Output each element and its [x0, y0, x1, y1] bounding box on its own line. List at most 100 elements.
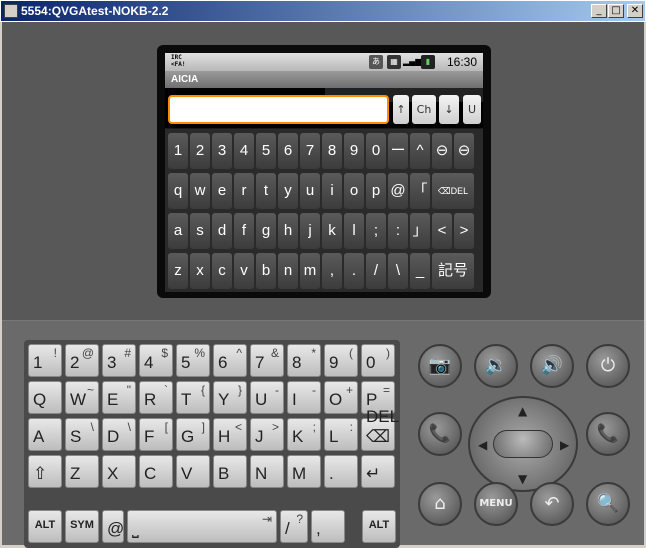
- soft-key[interactable]: ,: [322, 253, 342, 289]
- minimize-button[interactable]: _: [591, 4, 607, 18]
- hw-key-alt-left[interactable]: ALT: [28, 510, 62, 543]
- hw-key[interactable]: U-: [250, 381, 284, 414]
- soft-key[interactable]: 5: [256, 133, 276, 169]
- hw-key[interactable]: Q: [28, 381, 62, 414]
- dpad[interactable]: ▲ ▼ ◀ ▶: [468, 396, 578, 492]
- soft-key[interactable]: e: [212, 173, 232, 209]
- search-button[interactable]: 🔍: [586, 482, 630, 526]
- soft-key[interactable]: /: [366, 253, 386, 289]
- soft-key[interactable]: .: [344, 253, 364, 289]
- soft-key[interactable]: ⊖: [454, 133, 474, 169]
- hw-key[interactable]: I-: [287, 381, 321, 414]
- dpad-up-icon[interactable]: ▲: [518, 404, 527, 418]
- hw-key[interactable]: S \: [65, 418, 99, 451]
- end-call-button[interactable]: 📞: [586, 412, 630, 456]
- hw-key-sym[interactable]: SYM: [65, 510, 99, 543]
- soft-key[interactable]: p: [366, 173, 386, 209]
- hw-key[interactable]: T{: [176, 381, 210, 414]
- soft-key[interactable]: d: [212, 213, 232, 249]
- maximize-button[interactable]: □: [608, 4, 624, 18]
- soft-key[interactable]: ;: [366, 213, 386, 249]
- hw-key[interactable]: DEL ⌫: [361, 407, 398, 451]
- hw-key[interactable]: O +: [324, 381, 358, 414]
- menu-button[interactable]: MENU: [474, 482, 518, 526]
- soft-key[interactable]: s: [190, 213, 210, 249]
- hw-key[interactable]: 4 $: [139, 344, 173, 377]
- hw-key[interactable]: L:: [324, 418, 358, 451]
- soft-key[interactable]: l: [344, 213, 364, 249]
- hw-key[interactable]: ⇧: [28, 455, 62, 488]
- soft-key[interactable]: n: [278, 253, 298, 289]
- hw-key[interactable]: 5%: [176, 344, 210, 377]
- soft-key[interactable]: 2: [190, 133, 210, 169]
- hw-key[interactable]: 9(: [324, 344, 358, 377]
- soft-key[interactable]: c: [212, 253, 232, 289]
- hw-key[interactable]: ↵: [361, 455, 395, 488]
- soft-key[interactable]: 0: [366, 133, 386, 169]
- hw-key[interactable]: D \: [102, 418, 136, 451]
- dpad-down-icon[interactable]: ▼: [518, 472, 527, 486]
- cursor-up-button[interactable]: ↑: [393, 95, 409, 124]
- soft-key[interactable]: i: [322, 173, 342, 209]
- hw-key[interactable]: 8 *: [287, 344, 321, 377]
- soft-key[interactable]: 記号: [432, 253, 474, 289]
- hw-key[interactable]: H <: [213, 418, 247, 451]
- soft-key[interactable]: ⊖: [432, 133, 452, 169]
- hw-key[interactable]: W ~: [65, 381, 99, 414]
- cursor-down-button[interactable]: ↓: [439, 95, 459, 124]
- dpad-center-button[interactable]: [493, 430, 553, 458]
- hw-key[interactable]: K;: [287, 418, 321, 451]
- soft-key[interactable]: f: [234, 213, 254, 249]
- hw-key[interactable]: 1!: [28, 344, 62, 377]
- soft-key[interactable]: ー: [388, 133, 408, 169]
- dpad-right-icon[interactable]: ▶: [560, 438, 569, 452]
- soft-key[interactable]: >: [454, 213, 474, 249]
- soft-key[interactable]: j: [300, 213, 320, 249]
- soft-key[interactable]: 9: [344, 133, 364, 169]
- soft-key[interactable]: 8: [322, 133, 342, 169]
- hw-key-space[interactable]: ⎵ ⇥: [127, 510, 277, 543]
- soft-key[interactable]: :: [388, 213, 408, 249]
- soft-key[interactable]: _: [410, 253, 430, 289]
- hw-key[interactable]: F[: [139, 418, 173, 451]
- home-button[interactable]: ⌂: [418, 482, 462, 526]
- hw-key-at[interactable]: @: [102, 510, 124, 543]
- power-button[interactable]: ⏻: [586, 344, 630, 388]
- hw-key[interactable]: E ": [102, 381, 136, 414]
- hw-key[interactable]: N: [250, 455, 284, 488]
- hw-key[interactable]: R `: [139, 381, 173, 414]
- volume-down-button[interactable]: 🔉: [474, 344, 518, 388]
- hw-key[interactable]: 0): [361, 344, 395, 377]
- text-input[interactable]: [168, 95, 389, 124]
- hw-key[interactable]: G]: [176, 418, 210, 451]
- hw-key[interactable]: Y}: [213, 381, 247, 414]
- hw-key-slash[interactable]: /?: [280, 510, 308, 543]
- call-button[interactable]: 📞: [418, 412, 462, 456]
- soft-key[interactable]: h: [278, 213, 298, 249]
- soft-key[interactable]: @: [388, 173, 408, 209]
- soft-key[interactable]: x: [190, 253, 210, 289]
- dpad-left-icon[interactable]: ◀: [478, 438, 487, 452]
- soft-key[interactable]: \: [388, 253, 408, 289]
- soft-key[interactable]: 3: [212, 133, 232, 169]
- soft-key[interactable]: 4: [234, 133, 254, 169]
- soft-key[interactable]: q: [168, 173, 188, 209]
- soft-key[interactable]: m: [300, 253, 320, 289]
- soft-key[interactable]: z: [168, 253, 188, 289]
- hw-key[interactable]: 2 @: [65, 344, 99, 377]
- hw-key[interactable]: M: [287, 455, 321, 488]
- camera-button[interactable]: 📷: [418, 344, 462, 388]
- change-mode-button[interactable]: Ch: [412, 95, 436, 124]
- hw-key[interactable]: 7 &: [250, 344, 284, 377]
- hw-key[interactable]: .: [324, 455, 358, 488]
- hw-key-comma[interactable]: ,: [311, 510, 345, 543]
- hw-key[interactable]: J >: [250, 418, 284, 451]
- volume-up-button[interactable]: 🔊: [530, 344, 574, 388]
- soft-key[interactable]: 「: [410, 173, 430, 209]
- soft-key[interactable]: v: [234, 253, 254, 289]
- hw-key[interactable]: 6 ^: [213, 344, 247, 377]
- hw-key[interactable]: C: [139, 455, 173, 488]
- soft-key[interactable]: u: [300, 173, 320, 209]
- soft-key[interactable]: b: [256, 253, 276, 289]
- soft-key[interactable]: r: [234, 173, 254, 209]
